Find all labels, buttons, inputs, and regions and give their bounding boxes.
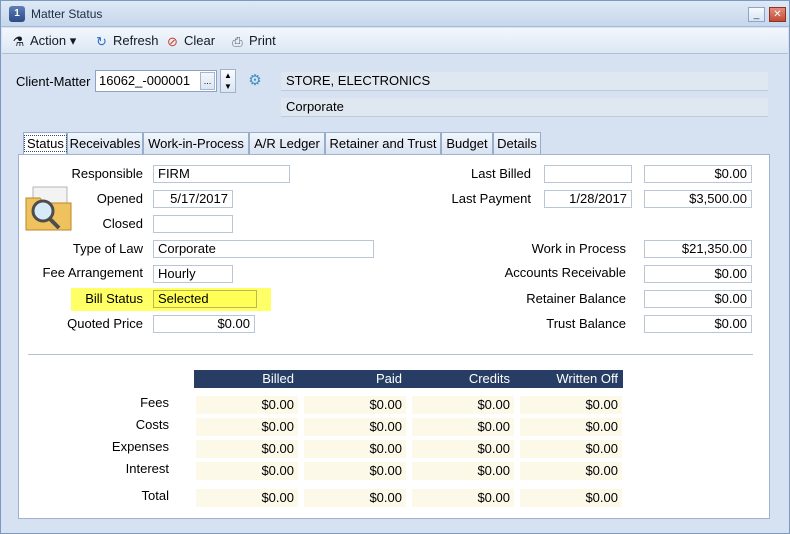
- fees-paid-cell: $0.00: [304, 396, 406, 414]
- retainer-balance-field: $0.00: [644, 290, 752, 308]
- closed-label: Closed: [102, 216, 143, 231]
- written-off-header: Written Off: [556, 371, 618, 386]
- costs-credits-cell: $0.00: [412, 418, 514, 436]
- fees-credits-cell: $0.00: [412, 396, 514, 414]
- no-entry-icon: ⊘: [167, 34, 178, 50]
- interest-billed-cell: $0.00: [196, 462, 298, 480]
- trust-balance-field: $0.00: [644, 315, 752, 333]
- closed-field: [153, 215, 233, 233]
- bill-status-label: Bill Status: [85, 291, 143, 306]
- trust-balance-label: Trust Balance: [546, 316, 626, 331]
- settings-gear-icon[interactable]: ⚙: [246, 72, 264, 90]
- section-divider: [28, 354, 753, 355]
- expenses-billed-cell: $0.00: [196, 440, 298, 458]
- fees-billed-cell: $0.00: [196, 396, 298, 414]
- costs-billed-cell: $0.00: [196, 418, 298, 436]
- work-in-process-label: Work in Process: [531, 241, 626, 256]
- expenses-credits-cell: $0.00: [412, 440, 514, 458]
- interest-written-off-cell: $0.00: [520, 462, 622, 480]
- quoted-price-field: $0.00: [153, 315, 255, 333]
- last-payment-amount-field: $3,500.00: [644, 190, 752, 208]
- quoted-price-label: Quoted Price: [67, 316, 143, 331]
- print-button[interactable]: ⎙ Print: [230, 31, 276, 51]
- interest-paid-cell: $0.00: [304, 462, 406, 480]
- accounts-receivable-field: $0.00: [644, 265, 752, 283]
- fee-arrangement-label: Fee Arrangement: [42, 265, 143, 280]
- total-credits-cell: $0.00: [412, 489, 514, 507]
- tab-retainer-and-trust[interactable]: Retainer and Trust: [325, 132, 441, 155]
- total-paid-cell: $0.00: [304, 489, 406, 507]
- interest-label: Interest: [125, 461, 169, 476]
- tab-status[interactable]: Status: [23, 132, 67, 156]
- last-billed-label: Last Billed: [471, 166, 531, 181]
- matter-name-field: Corporate: [281, 98, 768, 117]
- total-written-off-cell: $0.00: [520, 489, 622, 507]
- costs-label: Costs: [135, 417, 169, 432]
- fees-label: Fees: [140, 395, 169, 410]
- paid-header: Paid: [375, 371, 402, 386]
- last-payment-label: Last Payment: [451, 191, 532, 206]
- refresh-button[interactable]: ↻ Refresh: [94, 31, 159, 51]
- client-matter-input[interactable]: 16062_-000001: [95, 70, 217, 92]
- costs-paid-cell: $0.00: [304, 418, 406, 436]
- type-of-law-field: Corporate: [153, 240, 374, 258]
- matter-status-window: 1 Matter Status _ ✕ ⚗ Action ▾ ↻ Refresh ⊘…: [0, 0, 790, 534]
- last-payment-date-field: 1/28/2017: [544, 190, 632, 208]
- opened-field: 5/17/2017: [153, 190, 233, 208]
- last-billed-date-field: [544, 165, 632, 183]
- clear-button[interactable]: ⊘ Clear: [165, 31, 215, 51]
- credits-header: Credits: [468, 371, 510, 386]
- last-billed-amount-field: $0.00: [644, 165, 752, 183]
- interest-credits-cell: $0.00: [412, 462, 514, 480]
- browse-button[interactable]: ...: [200, 72, 215, 90]
- expenses-label: Expenses: [111, 439, 169, 454]
- expenses-paid-cell: $0.00: [304, 440, 406, 458]
- opened-label: Opened: [96, 191, 143, 206]
- tab-budget[interactable]: Budget: [441, 132, 493, 155]
- action-button[interactable]: ⚗ Action ▾: [11, 31, 77, 51]
- retainer-balance-label: Retainer Balance: [526, 291, 626, 306]
- total-billed-cell: $0.00: [196, 489, 298, 507]
- responsible-field: FIRM: [153, 165, 290, 183]
- dropdown-arrow-icon: ▾: [69, 33, 77, 48]
- work-in-process-field: $21,350.00: [644, 240, 752, 258]
- type-of-law-label: Type of Law: [72, 241, 143, 256]
- close-button[interactable]: ✕: [769, 7, 786, 22]
- fee-arrangement-field: Hourly: [153, 265, 233, 283]
- print-label: Print: [249, 33, 276, 48]
- spinner-control[interactable]: ▲ ▼: [220, 69, 236, 93]
- tab-ar-ledger[interactable]: A/R Ledger: [249, 132, 325, 155]
- action-label: Action: [30, 33, 67, 48]
- tab-receivables[interactable]: Receivables: [67, 132, 143, 155]
- printer-icon: ⎙: [232, 34, 243, 50]
- expenses-written-off-cell: $0.00: [520, 440, 622, 458]
- window-title: Matter Status: [31, 7, 103, 21]
- tab-details[interactable]: Details: [493, 132, 541, 155]
- summary-header: Billed Paid Credits Written Off: [194, 370, 623, 388]
- client-matter-label: Client-Matter: [16, 74, 91, 89]
- fees-written-off-cell: $0.00: [520, 396, 622, 414]
- client-name-field: STORE, ELECTRONICS: [281, 72, 768, 91]
- costs-written-off-cell: $0.00: [520, 418, 622, 436]
- flask-icon: ⚗: [12, 34, 25, 50]
- tab-work-in-process[interactable]: Work-in-Process: [143, 132, 249, 155]
- app-icon: 1: [9, 6, 25, 22]
- bill-status-field: Selected: [153, 290, 257, 308]
- title-bar[interactable]: 1 Matter Status _ ✕: [1, 1, 789, 27]
- toolbar: ⚗ Action ▾ ↻ Refresh ⊘ Clear ⎙ Print: [2, 28, 788, 54]
- clear-label: Clear: [184, 33, 216, 48]
- minimize-button[interactable]: _: [748, 7, 765, 22]
- billed-header: Billed: [262, 371, 294, 386]
- total-label: Total: [141, 488, 169, 503]
- accounts-receivable-label: Accounts Receivable: [504, 265, 626, 280]
- refresh-icon: ↻: [96, 34, 107, 50]
- refresh-label: Refresh: [113, 33, 159, 48]
- responsible-label: Responsible: [71, 166, 143, 181]
